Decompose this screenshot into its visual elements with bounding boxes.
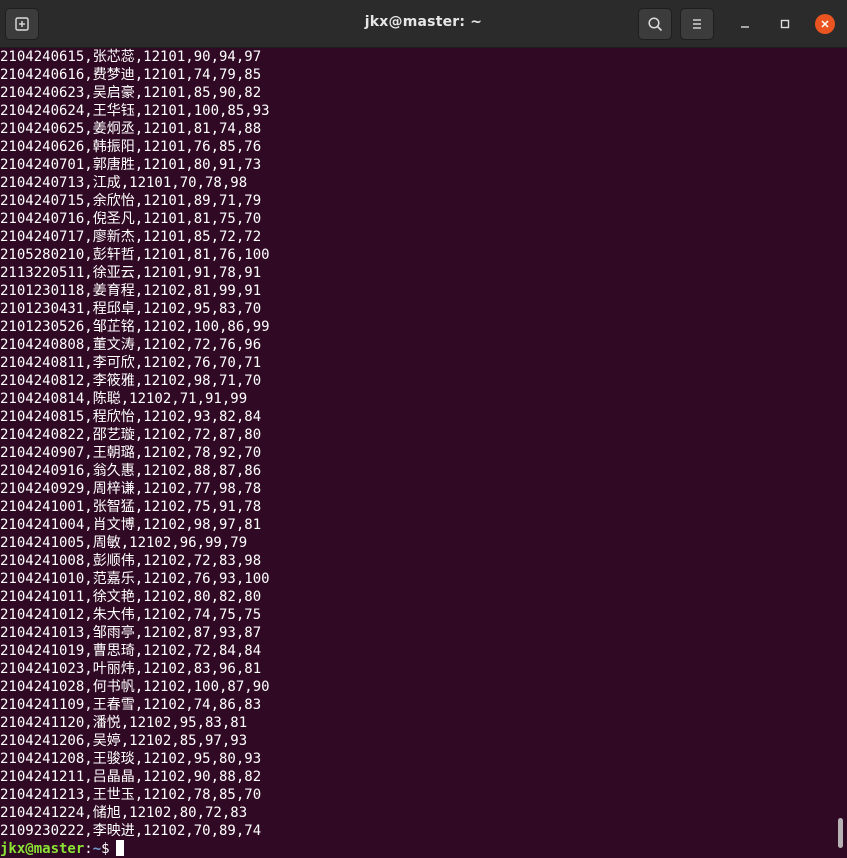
terminal-output[interactable]: 2104240615,张芯蕊,12101,90,94,97 2104240616…: [0, 48, 835, 858]
search-icon: [648, 17, 662, 31]
output-line: 2104241008,彭顺伟,12102,72,83,98: [0, 553, 262, 569]
output-line: 2104241206,吴婷,12102,85,97,93: [0, 733, 248, 749]
output-line: 2109230222,李映进,12102,70,89,74: [0, 823, 262, 839]
output-line: 2104241213,王世玉,12102,78,85,70: [0, 787, 262, 803]
output-line: 2104240808,董文涛,12102,72,76,96: [0, 337, 262, 353]
scrollbar[interactable]: [835, 48, 847, 858]
menu-button[interactable]: [680, 8, 714, 40]
output-line: 2104240907,王朝璐,12102,78,92,70: [0, 445, 262, 461]
output-line: 2104241109,王春雪,12102,74,86,83: [0, 697, 262, 713]
output-line: 2104240815,程欣怡,12102,93,82,84: [0, 409, 262, 425]
close-button[interactable]: [815, 14, 835, 34]
output-line: 2104240625,姜炯丞,12101,81,74,88: [0, 121, 262, 137]
text-cursor: [115, 840, 124, 856]
output-line: 2104241010,范嘉乐,12102,76,93,100: [0, 571, 270, 587]
command-prompt[interactable]: jkx@master:~$: [0, 840, 124, 858]
output-line: 2104240615,张芯蕊,12101,90,94,97: [0, 49, 262, 65]
title-bar: jkx@master: ~: [0, 0, 847, 48]
maximize-icon: [780, 19, 790, 29]
scrollbar-thumb[interactable]: [838, 818, 843, 848]
output-line: 2104240814,陈聪,12102,71,91,99: [0, 391, 248, 407]
output-line: 2104241023,叶丽炜,12102,83,96,81: [0, 661, 262, 677]
hamburger-menu-icon: [693, 19, 701, 29]
output-line: 2104240929,周梓谦,12102,77,98,78: [0, 481, 262, 497]
output-line: 2104240715,余欣怡,12101,89,71,79: [0, 193, 262, 209]
output-line: 2104240713,江成,12101,70,78,98: [0, 175, 248, 191]
output-line: 2101230431,程邱卓,12102,95,83,70: [0, 301, 262, 317]
output-line: 2101230118,姜育程,12102,81,99,91: [0, 283, 262, 299]
output-line: 2104241019,曹思琦,12102,72,84,84: [0, 643, 262, 659]
output-line: 2104240716,倪圣凡,12101,81,75,70: [0, 211, 262, 227]
output-line: 2104241224,储旭,12102,80,72,83: [0, 805, 248, 821]
prompt-user: jkx@master: [0, 841, 85, 857]
output-line: 2104240623,吴启豪,12101,85,90,82: [0, 85, 262, 101]
output-line: 2104241001,张智猛,12102,75,91,78: [0, 499, 262, 515]
minimize-button[interactable]: [735, 14, 755, 34]
output-line: 2104241005,周敏,12102,96,99,79: [0, 535, 248, 551]
output-line: 2105280210,彭轩哲,12101,81,76,100: [0, 247, 270, 263]
output-line: 2101230526,邹芷铭,12102,100,86,99: [0, 319, 270, 335]
window-title: jkx@master: ~: [364, 14, 483, 30]
output-line: 2104241028,何书帆,12102,100,87,90: [0, 679, 270, 695]
output-line: 2104241013,邹雨亭,12102,87,93,87: [0, 625, 262, 641]
output-line: 2104240717,廖新杰,12101,85,72,72: [0, 229, 262, 245]
output-line: 2104240626,韩振阳,12101,76,85,76: [0, 139, 262, 155]
prompt-symbol: $: [101, 841, 110, 857]
output-line: 2104241211,吕晶晶,12102,90,88,82: [0, 769, 262, 785]
output-line: 2104240822,邵艺璇,12102,72,87,80: [0, 427, 262, 443]
minimize-icon: [741, 26, 749, 28]
output-line: 2104240701,郭唐胜,12101,80,91,73: [0, 157, 262, 173]
output-line: 2104241208,王骏琰,12102,95,80,93: [0, 751, 262, 767]
output-line: 2104241012,朱大伟,12102,74,75,75: [0, 607, 262, 623]
output-line: 2104240624,王华钰,12101,100,85,93: [0, 103, 270, 119]
output-line: 2104241120,潘悦,12102,95,83,81: [0, 715, 248, 731]
close-icon: [821, 20, 829, 28]
output-line: 2104241011,徐文艳,12102,80,82,80: [0, 589, 262, 605]
output-line: 2104240916,翁久惠,12102,88,87,86: [0, 463, 262, 479]
search-button[interactable]: [638, 8, 672, 40]
output-line: 2104240616,费梦迪,12101,74,79,85: [0, 67, 262, 83]
maximize-button[interactable]: [775, 14, 795, 34]
output-line: 2113220511,徐亚云,12101,91,78,91: [0, 265, 262, 281]
output-line: 2104240811,李可欣,12102,76,70,71: [0, 355, 262, 371]
prompt-separator: :: [84, 841, 93, 857]
output-line: 2104240812,李筱雅,12102,98,71,70: [0, 373, 262, 389]
output-line: 2104241004,肖文博,12102,98,97,81: [0, 517, 262, 533]
prompt-path: ~: [92, 841, 102, 857]
